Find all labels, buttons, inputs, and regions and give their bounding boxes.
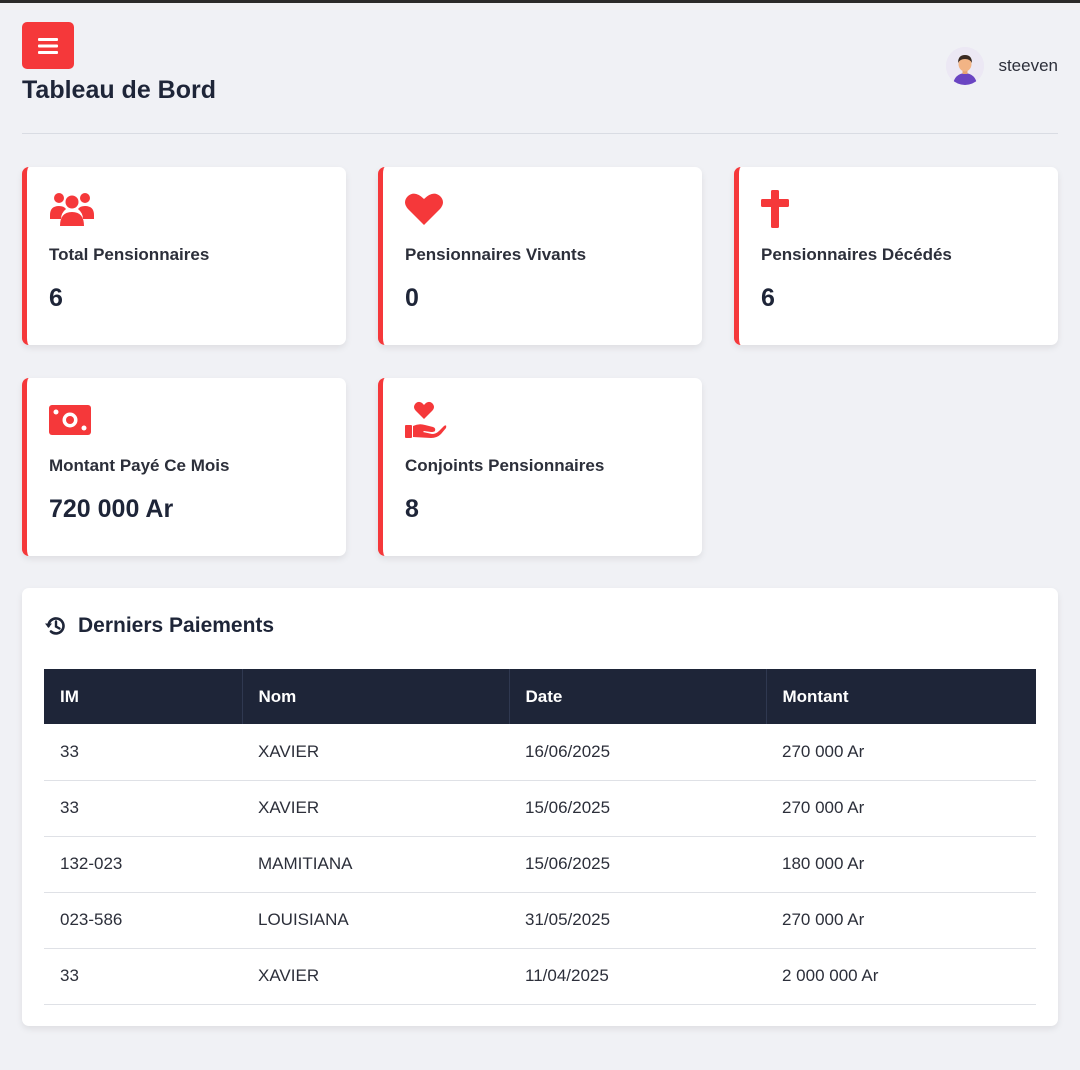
panel-title: Derniers Paiements [78,614,275,637]
card-label: Pensionnaires Décédés [761,245,952,264]
cell-nom: XAVIER [242,780,509,837]
cell-date: 15/06/2025 [509,836,766,893]
cell-date: 31/05/2025 [509,892,766,949]
card-montant-paye: Montant Payé Ce Mois 720 000 Ar [22,378,346,556]
card-label: Montant Payé Ce Mois [49,456,230,475]
cell-montant: 270 000 Ar [766,724,1036,781]
table-row[interactable]: 33 XAVIER 11/04/2025 2 000 000 Ar [44,948,1036,1005]
card-conjoints-pensionnaires: Conjoints Pensionnaires 8 [378,378,702,556]
column-header-im[interactable]: IM [44,669,243,724]
table-header-row: IM Nom Date Montant [44,669,1036,724]
table-row[interactable]: 023-586 LOUISIANA 31/05/2025 270 000 Ar [44,892,1036,949]
table-row[interactable]: 33 XAVIER 15/06/2025 270 000 Ar [44,780,1036,837]
card-label: Pensionnaires Vivants [405,245,587,264]
card-value: 0 [405,284,419,312]
column-header-nom[interactable]: Nom [242,669,510,724]
cell-montant: 270 000 Ar [766,892,1036,949]
cell-date: 16/06/2025 [509,724,766,781]
table-row[interactable]: 33 XAVIER 16/06/2025 270 000 Ar [44,724,1036,781]
table-row[interactable]: 132-023 MAMITIANA 15/06/2025 180 000 Ar [44,836,1036,893]
hand-holding-heart-icon [405,400,451,440]
cell-date: 15/06/2025 [509,780,766,837]
cell-nom: LOUISIANA [242,892,509,949]
cell-im: 33 [44,780,242,837]
cross-icon [761,189,807,229]
cell-nom: MAMITIANA [242,836,509,893]
user-avatar-icon [946,47,985,85]
card-pensionnaires-vivants: Pensionnaires Vivants 0 [378,167,702,345]
cell-im: 023-586 [44,892,242,949]
cell-nom: XAVIER [242,948,509,1005]
card-label: Conjoints Pensionnaires [405,456,605,475]
heart-icon [405,189,451,229]
cell-montant: 270 000 Ar [766,780,1036,837]
card-label: Total Pensionnaires [49,245,210,264]
cell-montant: 2 000 000 Ar [766,948,1036,1005]
card-value: 8 [405,495,419,523]
panel-header: Derniers Paiements [44,614,274,638]
header-divider [22,133,1058,134]
user-menu[interactable]: steeven [946,47,1058,85]
cell-nom: XAVIER [242,724,509,781]
card-value: 6 [761,284,775,312]
column-header-montant[interactable]: Montant [766,669,1036,724]
cell-montant: 180 000 Ar [766,836,1036,893]
card-value: 720 000 Ar [49,495,174,523]
avatar[interactable] [946,47,985,85]
card-pensionnaires-decedes: Pensionnaires Décédés 6 [734,167,1058,345]
column-header-date[interactable]: Date [509,669,767,724]
username: steeven [998,56,1058,75]
menu-toggle-button[interactable] [22,22,74,69]
history-icon [45,617,65,635]
money-bill-icon [49,400,95,440]
card-total-pensionnaires: Total Pensionnaires 6 [22,167,346,345]
payments-table: IM Nom Date Montant 33 XAVIER 16/06/2025… [44,669,1036,1005]
latest-payments-panel: Derniers Paiements IM Nom Date Montant 3… [22,588,1058,1026]
bars-icon [38,37,58,54]
card-value: 6 [49,284,63,312]
users-icon [49,189,95,229]
cell-im: 33 [44,724,242,781]
cell-im: 33 [44,948,242,1005]
cell-date: 11/04/2025 [509,948,766,1005]
page-title: Tableau de Bord [22,76,217,104]
cell-im: 132-023 [44,836,242,893]
